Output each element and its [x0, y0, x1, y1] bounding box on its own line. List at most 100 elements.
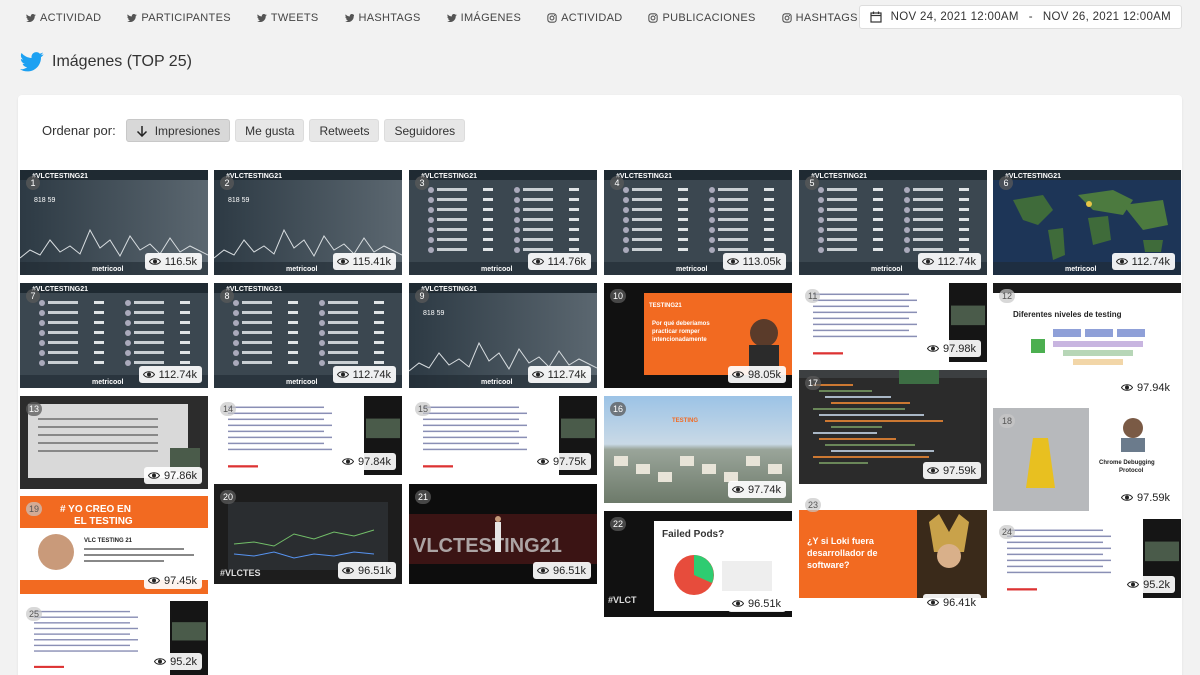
impressions-badge: 97.59k [922, 462, 981, 479]
nav-item-actividad-0[interactable]: ACTIVIDAD [25, 12, 101, 24]
image-tile[interactable]: 17 97.59k [799, 370, 987, 484]
svg-text:#VLCTESTING21: #VLCTESTING21 [32, 173, 88, 180]
image-tile[interactable]: TESTING21 Por qué deberíamos practicar r… [604, 283, 792, 388]
rank-badge: 22 [610, 517, 627, 531]
impressions-value: 96.51k [552, 564, 586, 577]
image-tile[interactable]: 13 97.86k [20, 396, 208, 489]
rank-badge: 20 [220, 490, 237, 504]
image-tile[interactable]: #VLCTESTING21 818 59 metricool 2 115.41k [214, 170, 402, 275]
impressions-badge: 112.74k [527, 366, 591, 383]
image-tile[interactable]: 14 97.84k [214, 396, 402, 475]
sort-likes-button[interactable]: Me gusta [235, 119, 305, 142]
svg-text:#VLCTESTING21: #VLCTESTING21 [226, 173, 282, 180]
rank-badge: 6 [999, 176, 1013, 190]
impressions-value: 97.59k [1136, 491, 1170, 504]
nav-item-tweets-2[interactable]: TWEETS [256, 12, 319, 24]
nav-item-participantes-1[interactable]: PARTICIPANTES [127, 12, 231, 24]
impressions-value: 113.05k [742, 255, 781, 268]
image-tile[interactable]: # YO CREO EN EL TESTING VLC TESTING 21 1… [20, 496, 208, 594]
impressions-badge: 112.74k [138, 366, 202, 383]
nav-item-label: HASHTAGS [358, 12, 421, 24]
rank-badge: 24 [999, 525, 1016, 539]
image-tile[interactable]: Chrome Debugging Protocol 18 97.59k [993, 408, 1181, 511]
rank-badge: 3 [415, 176, 429, 190]
impressions-badge: 114.76k [527, 253, 591, 270]
svg-text:desarrollador de: desarrollador de [807, 548, 878, 558]
eye-icon [147, 472, 160, 479]
svg-text:metricool: metricool [481, 379, 513, 386]
sort-retweets-label: Retweets [319, 123, 370, 138]
impressions-value: 115.41k [352, 255, 391, 268]
rank-badge: 23 [805, 498, 822, 512]
image-tile[interactable]: Diferentes niveles de testing 12 97.94k [993, 283, 1181, 401]
image-tile[interactable]: #VLCTESTING21 metricool 6 112.74k [993, 170, 1181, 275]
nav-item-hashtags-3[interactable]: HASHTAGS [344, 12, 421, 24]
eye-icon [336, 371, 349, 378]
nav-item-label: HASHTAGS [795, 12, 858, 24]
impressions-badge: 112.74k [917, 253, 981, 270]
image-tile[interactable]: #VLCTESTING21 metricool 8 112.74k [214, 283, 402, 388]
sort-impressions-button[interactable]: Impresiones [125, 119, 231, 142]
impressions-value: 112.74k [1131, 255, 1170, 268]
svg-text:Diferentes niveles de testing: Diferentes niveles de testing [1013, 310, 1122, 319]
rank-badge: 1 [26, 176, 40, 190]
rank-badge: 4 [610, 176, 624, 190]
impressions-badge: 113.05k [722, 253, 786, 270]
nav-item-imgenes-4[interactable]: IMÁGENES [446, 12, 521, 24]
impressions-badge: 97.74k [727, 481, 786, 498]
sort-followers-button[interactable]: Seguidores [384, 119, 466, 142]
twitter-icon [20, 52, 44, 72]
sort-label: Ordenar por: [42, 123, 116, 138]
nav-item-actividad-5[interactable]: ACTIVIDAD [547, 12, 622, 24]
nav-item-label: TWEETS [270, 12, 319, 24]
image-tile[interactable]: #VLCTESTING21 metricool 4 113.05k [604, 170, 792, 275]
rank-badge: 13 [26, 402, 43, 416]
svg-text:#VLCTESTING21: #VLCTESTING21 [616, 173, 672, 180]
nav-item-hashtags-7[interactable]: HASHTAGS [781, 12, 858, 24]
image-tile[interactable]: 24 95.2k [993, 519, 1181, 598]
image-tile[interactable]: Failed Pods? #VLCT 22 96.51k [604, 511, 792, 617]
image-tile[interactable]: VLCTESTING21 21 96.51k [409, 484, 597, 584]
image-tile[interactable]: TESTING 16 97.74k [604, 396, 792, 503]
impressions-badge: 97.94k [1116, 379, 1175, 396]
image-tile[interactable]: #VLCTESTING21 818 59 metricool 9 112.74k [409, 283, 597, 388]
image-tile[interactable]: 25 95.2k [20, 601, 208, 675]
impressions-badge: 115.41k [332, 253, 396, 270]
svg-text:#VLCT: #VLCT [608, 595, 637, 605]
image-tile[interactable]: 11 97.98k [799, 283, 987, 362]
image-tile[interactable]: #VLCTESTING21 metricool 5 112.74k [799, 170, 987, 275]
impressions-value: 116.5k [164, 255, 197, 268]
impressions-value: 97.75k [552, 455, 586, 468]
date-range-picker[interactable]: NOV 24, 2021 12:00AM - NOV 26, 2021 12:0… [858, 5, 1182, 29]
svg-text:#VLCTESTING21: #VLCTESTING21 [32, 286, 88, 293]
rank-badge: 18 [999, 414, 1016, 428]
svg-text:VLCTESTING21: VLCTESTING21 [413, 535, 562, 557]
eye-icon [147, 577, 160, 584]
impressions-badge: 112.74k [332, 366, 396, 383]
impressions-value: 98.05k [747, 368, 781, 381]
impressions-badge: 97.86k [143, 467, 202, 484]
svg-text:intencionadamente: intencionadamente [652, 337, 707, 343]
image-tile[interactable]: #VLCTESTING21 818 59 metricool 1 116.5k [20, 170, 208, 275]
image-tile[interactable]: ¿Y si Loki fuera desarrollador de softwa… [799, 492, 987, 616]
svg-text:metricool: metricool [92, 266, 124, 273]
image-tile[interactable]: #VLCTES 20 96.51k [214, 484, 402, 584]
svg-text:¿Y si Loki fuera: ¿Y si Loki fuera [807, 536, 875, 546]
rank-badge: 15 [415, 402, 432, 416]
impressions-value: 96.51k [357, 564, 391, 577]
nav-item-publicaciones-6[interactable]: PUBLICACIONES [648, 12, 755, 24]
image-tile[interactable]: #VLCTESTING21 metricool 3 114.76k [409, 170, 597, 275]
eye-icon [531, 258, 544, 265]
svg-text:Chrome Debugging: Chrome Debugging [1099, 460, 1155, 466]
eye-icon [341, 458, 354, 465]
sort-retweets-button[interactable]: Retweets [309, 119, 380, 142]
nav-item-label: PUBLICACIONES [662, 12, 756, 24]
impressions-value: 97.84k [357, 455, 391, 468]
impressions-value: 96.51k [747, 597, 781, 610]
image-tile[interactable]: 15 97.75k [409, 396, 597, 475]
eye-icon [926, 599, 939, 606]
svg-text:software?: software? [807, 560, 850, 570]
impressions-value: 97.45k [163, 574, 197, 587]
impressions-value: 97.94k [1136, 381, 1170, 394]
image-tile[interactable]: #VLCTESTING21 metricool 7 112.74k [20, 283, 208, 388]
